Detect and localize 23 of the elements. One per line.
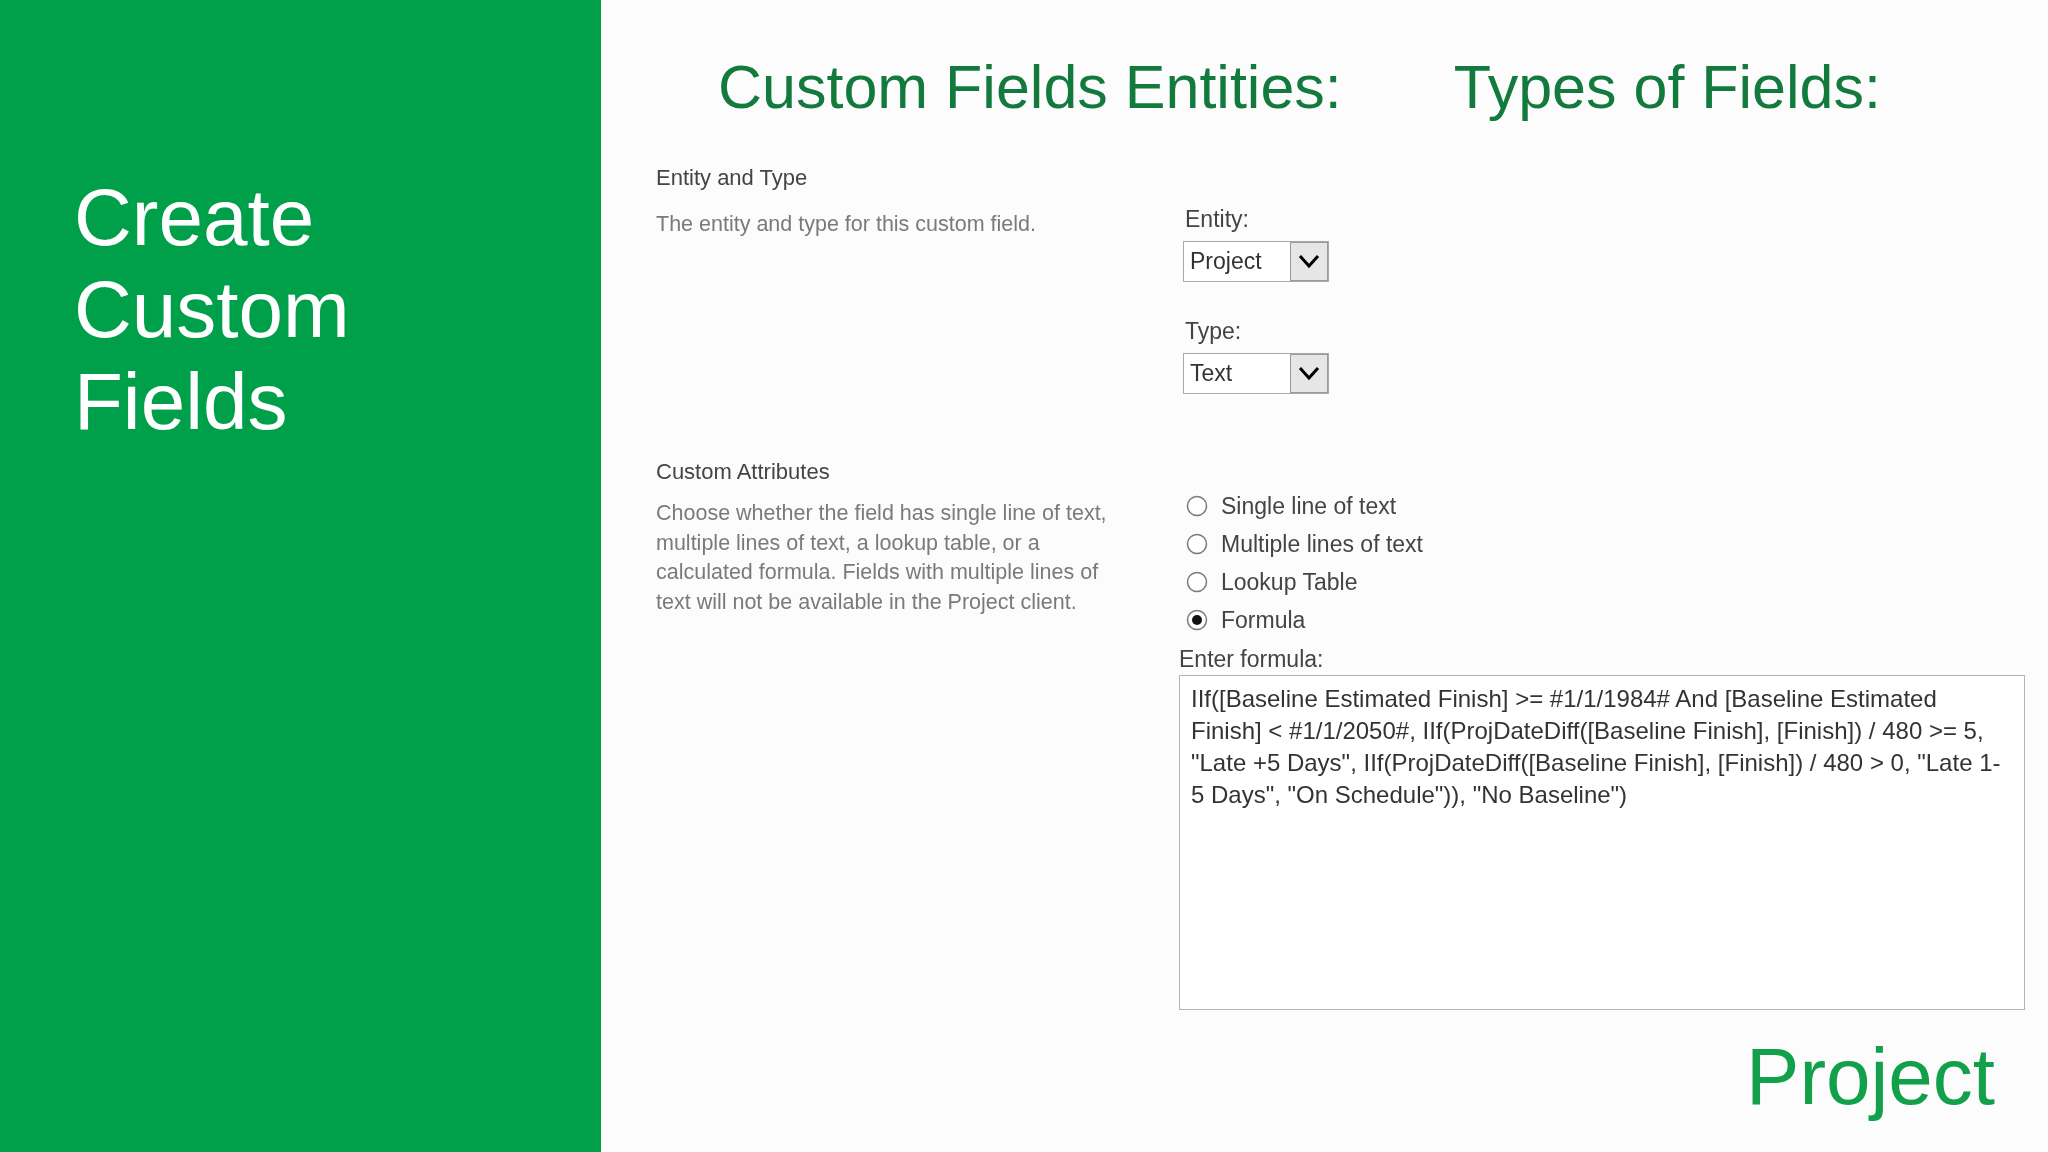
dropdown[interactable]: Text xyxy=(1183,353,1329,394)
chevron-down-icon[interactable] xyxy=(1290,242,1328,281)
section-title: Custom Attributes xyxy=(656,458,831,486)
radio-button[interactable] xyxy=(1186,495,1208,517)
option-label[interactable]: Multiple lines of text xyxy=(1221,529,1423,559)
field-label: Entity: xyxy=(1184,205,1250,234)
page-title: Create Custom Fields xyxy=(74,172,350,448)
option-label[interactable]: Lookup Table xyxy=(1221,567,1358,597)
section-heading: Custom Fields Entities: xyxy=(718,52,1342,123)
option-label[interactable]: Formula xyxy=(1221,605,1306,635)
section-description: Choose whether the field has single line of text, multiple lines of text, a lookup table, or a calculated formula. Fields with multiple lines of text will not be available in the Project client. xyxy=(656,500,1108,616)
chevron-down-icon[interactable] xyxy=(1290,354,1328,393)
section-heading: Types of Fields: xyxy=(1453,52,1881,123)
dropdown[interactable]: Project xyxy=(1183,241,1329,282)
radio-button[interactable] xyxy=(1186,609,1208,631)
radio-button[interactable] xyxy=(1186,533,1208,555)
section-description: The entity and type for this custom field. xyxy=(656,210,1038,238)
field-label: Type: xyxy=(1184,317,1243,346)
option-label[interactable]: Single line of text xyxy=(1221,491,1397,521)
section-title: Entity and Type xyxy=(656,164,809,192)
radio-button[interactable] xyxy=(1186,571,1208,593)
field-label: Enter formula: xyxy=(1179,645,1325,674)
formula-field[interactable]: IIf([Baseline Estimated Finish] >= #1/1/1984# And [Baseline Estimated Finish] < #1/1/2050#, IIf(ProjDateDiff([Baseline Finish], [Finish]) / 480 >= 5, "Late +5 Days", IIf(ProjDateDiff([Baseline Finish], [Finish]) / 480 > 0, "Late 1-5 Days", "On Schedule")), "No Baseline") xyxy=(1179,675,2025,1010)
